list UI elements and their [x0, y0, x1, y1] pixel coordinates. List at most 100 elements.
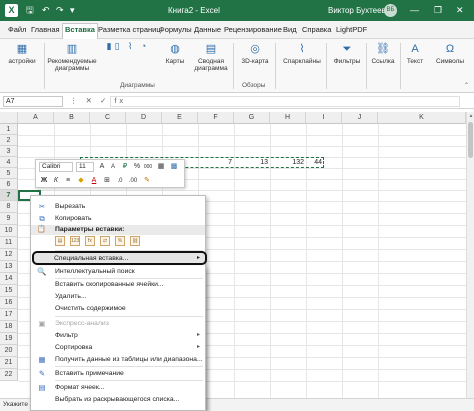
3d-map-button[interactable]: ◎ 3D-карта	[238, 42, 272, 65]
percent-style-icon[interactable]: %	[132, 162, 142, 172]
scrollbar-thumb[interactable]	[468, 122, 473, 158]
collapse-ribbon-icon[interactable]: ⌃	[464, 82, 469, 89]
menu-item-delete[interactable]: Удалить...	[31, 291, 205, 302]
tab-data[interactable]: Данные	[192, 24, 223, 38]
pivot-chart-button[interactable]: ▤ Сводная диаграмма	[192, 42, 230, 72]
chart-types-gallery[interactable]: ▮▯ ⌇ ◔	[100, 42, 156, 51]
row-header[interactable]: 6	[0, 179, 18, 190]
link-button[interactable]: ⛓ Ссылка	[368, 42, 398, 65]
tab-insert[interactable]: Вставка	[62, 23, 98, 40]
close-button[interactable]: ✕	[456, 3, 464, 17]
paste-option-icon[interactable]: ▤	[55, 236, 65, 246]
row-header[interactable]: 12	[0, 249, 18, 261]
menu-item-get-data[interactable]: ▦ Получить данные из таблицы или диапазо…	[31, 354, 205, 365]
tab-help[interactable]: Справка	[300, 24, 333, 38]
filters-button[interactable]: ⏷ Фильтры	[330, 42, 364, 65]
name-box[interactable]: A7	[3, 96, 63, 107]
sparklines-button[interactable]: ⌇ Спарклайны	[280, 42, 324, 65]
grow-font-icon[interactable]: A	[97, 162, 107, 172]
row-header[interactable]: 14	[0, 273, 18, 285]
tab-page-layout[interactable]: Разметка страниц	[96, 24, 163, 38]
restore-button[interactable]: ❐	[434, 3, 442, 17]
format-painter-icon[interactable]: ✎	[142, 176, 152, 186]
menu-item-insert-note[interactable]: ✎ Вставить примечание	[31, 368, 205, 379]
italic-icon[interactable]: К	[51, 176, 61, 186]
column-header[interactable]: I	[306, 112, 342, 124]
recommended-charts-button[interactable]: ▥ Рекомендуемые диаграммы	[46, 42, 98, 72]
decrease-decimal-icon[interactable]: ▩	[169, 162, 179, 172]
column-header[interactable]: C	[90, 112, 126, 124]
row-header[interactable]: 15	[0, 285, 18, 297]
tab-review[interactable]: Рецензирование	[222, 24, 284, 38]
row-header[interactable]: 13	[0, 261, 18, 273]
vertical-scrollbar[interactable]: ▲	[466, 112, 474, 398]
fill-color-icon[interactable]: ◆	[76, 176, 86, 186]
row-header[interactable]: 16	[0, 297, 18, 309]
paste-formatting-icon[interactable]: %	[115, 236, 125, 246]
tab-view[interactable]: Вид	[281, 24, 299, 38]
font-name-select[interactable]: Calibri	[39, 162, 73, 172]
row-header[interactable]: 2	[0, 135, 18, 146]
row-header[interactable]: 19	[0, 333, 18, 345]
menu-item-cut[interactable]: ✂ Вырезать	[31, 201, 205, 212]
menu-item-insert-copied[interactable]: Вставить скопированные ячейки...	[31, 279, 205, 290]
row-header[interactable]: 5	[0, 168, 18, 179]
row-header[interactable]: 11	[0, 237, 18, 249]
maps-button[interactable]: ◍ Карты	[160, 42, 190, 65]
menu-item-pick-list[interactable]: Выбрать из раскрывающегося списка...	[31, 394, 205, 405]
paste-values-icon[interactable]: 123	[70, 236, 80, 246]
paste-formulas-icon[interactable]: fx	[85, 236, 95, 246]
row-header[interactable]: 21	[0, 357, 18, 369]
column-header[interactable]: A	[18, 112, 54, 124]
avatar[interactable]: ВБ	[384, 4, 397, 17]
menu-item-smart-lookup[interactable]: 🔍 Интеллектуальный поиск	[31, 266, 205, 277]
row-header[interactable]: 9	[0, 213, 18, 225]
menu-item-format-cells[interactable]: ▤ Формат ячеек...	[31, 382, 205, 393]
row-header[interactable]: 20	[0, 345, 18, 357]
save-icon[interactable]: 🖫	[26, 4, 34, 17]
row-header[interactable]: 10	[0, 225, 18, 237]
column-header[interactable]: B	[54, 112, 90, 124]
customize-quick-access-icon[interactable]: ▾	[70, 4, 75, 17]
font-size-select[interactable]: 11	[76, 162, 94, 172]
row-header[interactable]: 8	[0, 201, 18, 213]
column-header[interactable]: J	[342, 112, 378, 124]
row-header[interactable]: 4	[0, 157, 18, 168]
currency-format-icon[interactable]: ₽	[120, 162, 130, 172]
menu-item-paste-special[interactable]: Специальная вставка... ▸	[30, 253, 206, 264]
borders-icon[interactable]: ⊞	[102, 176, 112, 186]
tables-button[interactable]: ▦ астройки	[2, 42, 42, 65]
row-header[interactable]: 7	[0, 190, 18, 201]
row-header[interactable]: 3	[0, 146, 18, 157]
column-header[interactable]: G	[234, 112, 270, 124]
column-header[interactable]: F	[198, 112, 234, 124]
row-header[interactable]: 17	[0, 309, 18, 321]
row-header[interactable]: 22	[0, 369, 18, 381]
align-center-icon[interactable]: ≡	[63, 176, 73, 186]
tab-home[interactable]: Главная	[29, 24, 62, 38]
symbols-button[interactable]: Ω Символы	[430, 42, 470, 65]
redo-icon[interactable]: ↷	[56, 4, 64, 17]
font-color-icon[interactable]: A	[89, 176, 99, 186]
minimize-button[interactable]: —	[410, 3, 419, 17]
formula-input[interactable]	[110, 96, 460, 107]
scroll-up-icon[interactable]: ▲	[467, 113, 474, 119]
menu-item-filter[interactable]: Фильтр ▸	[31, 330, 205, 341]
increase-decimal-icon[interactable]: .0	[115, 176, 125, 186]
column-header[interactable]: K	[378, 112, 466, 124]
row-header[interactable]: 18	[0, 321, 18, 333]
menu-item-sort[interactable]: Сортировка ▸	[31, 342, 205, 353]
menu-item-copy[interactable]: ⧉ Копировать	[31, 213, 205, 224]
menu-item-clear[interactable]: Очистить содержимое	[31, 303, 205, 314]
bold-icon[interactable]: Ж	[39, 176, 49, 186]
tab-formulas[interactable]: Формулы	[157, 24, 194, 38]
tab-file[interactable]: Файл	[6, 24, 28, 38]
column-header[interactable]: D	[126, 112, 162, 124]
tab-lightpdf[interactable]: LightPDF	[334, 24, 369, 38]
comma-style-icon[interactable]: 000	[143, 162, 153, 172]
paste-transpose-icon[interactable]: ⇄	[100, 236, 110, 246]
undo-icon[interactable]: ↶	[42, 4, 50, 17]
column-header[interactable]: E	[162, 112, 198, 124]
select-all-corner[interactable]	[0, 112, 18, 124]
row-header[interactable]: 1	[0, 124, 18, 135]
